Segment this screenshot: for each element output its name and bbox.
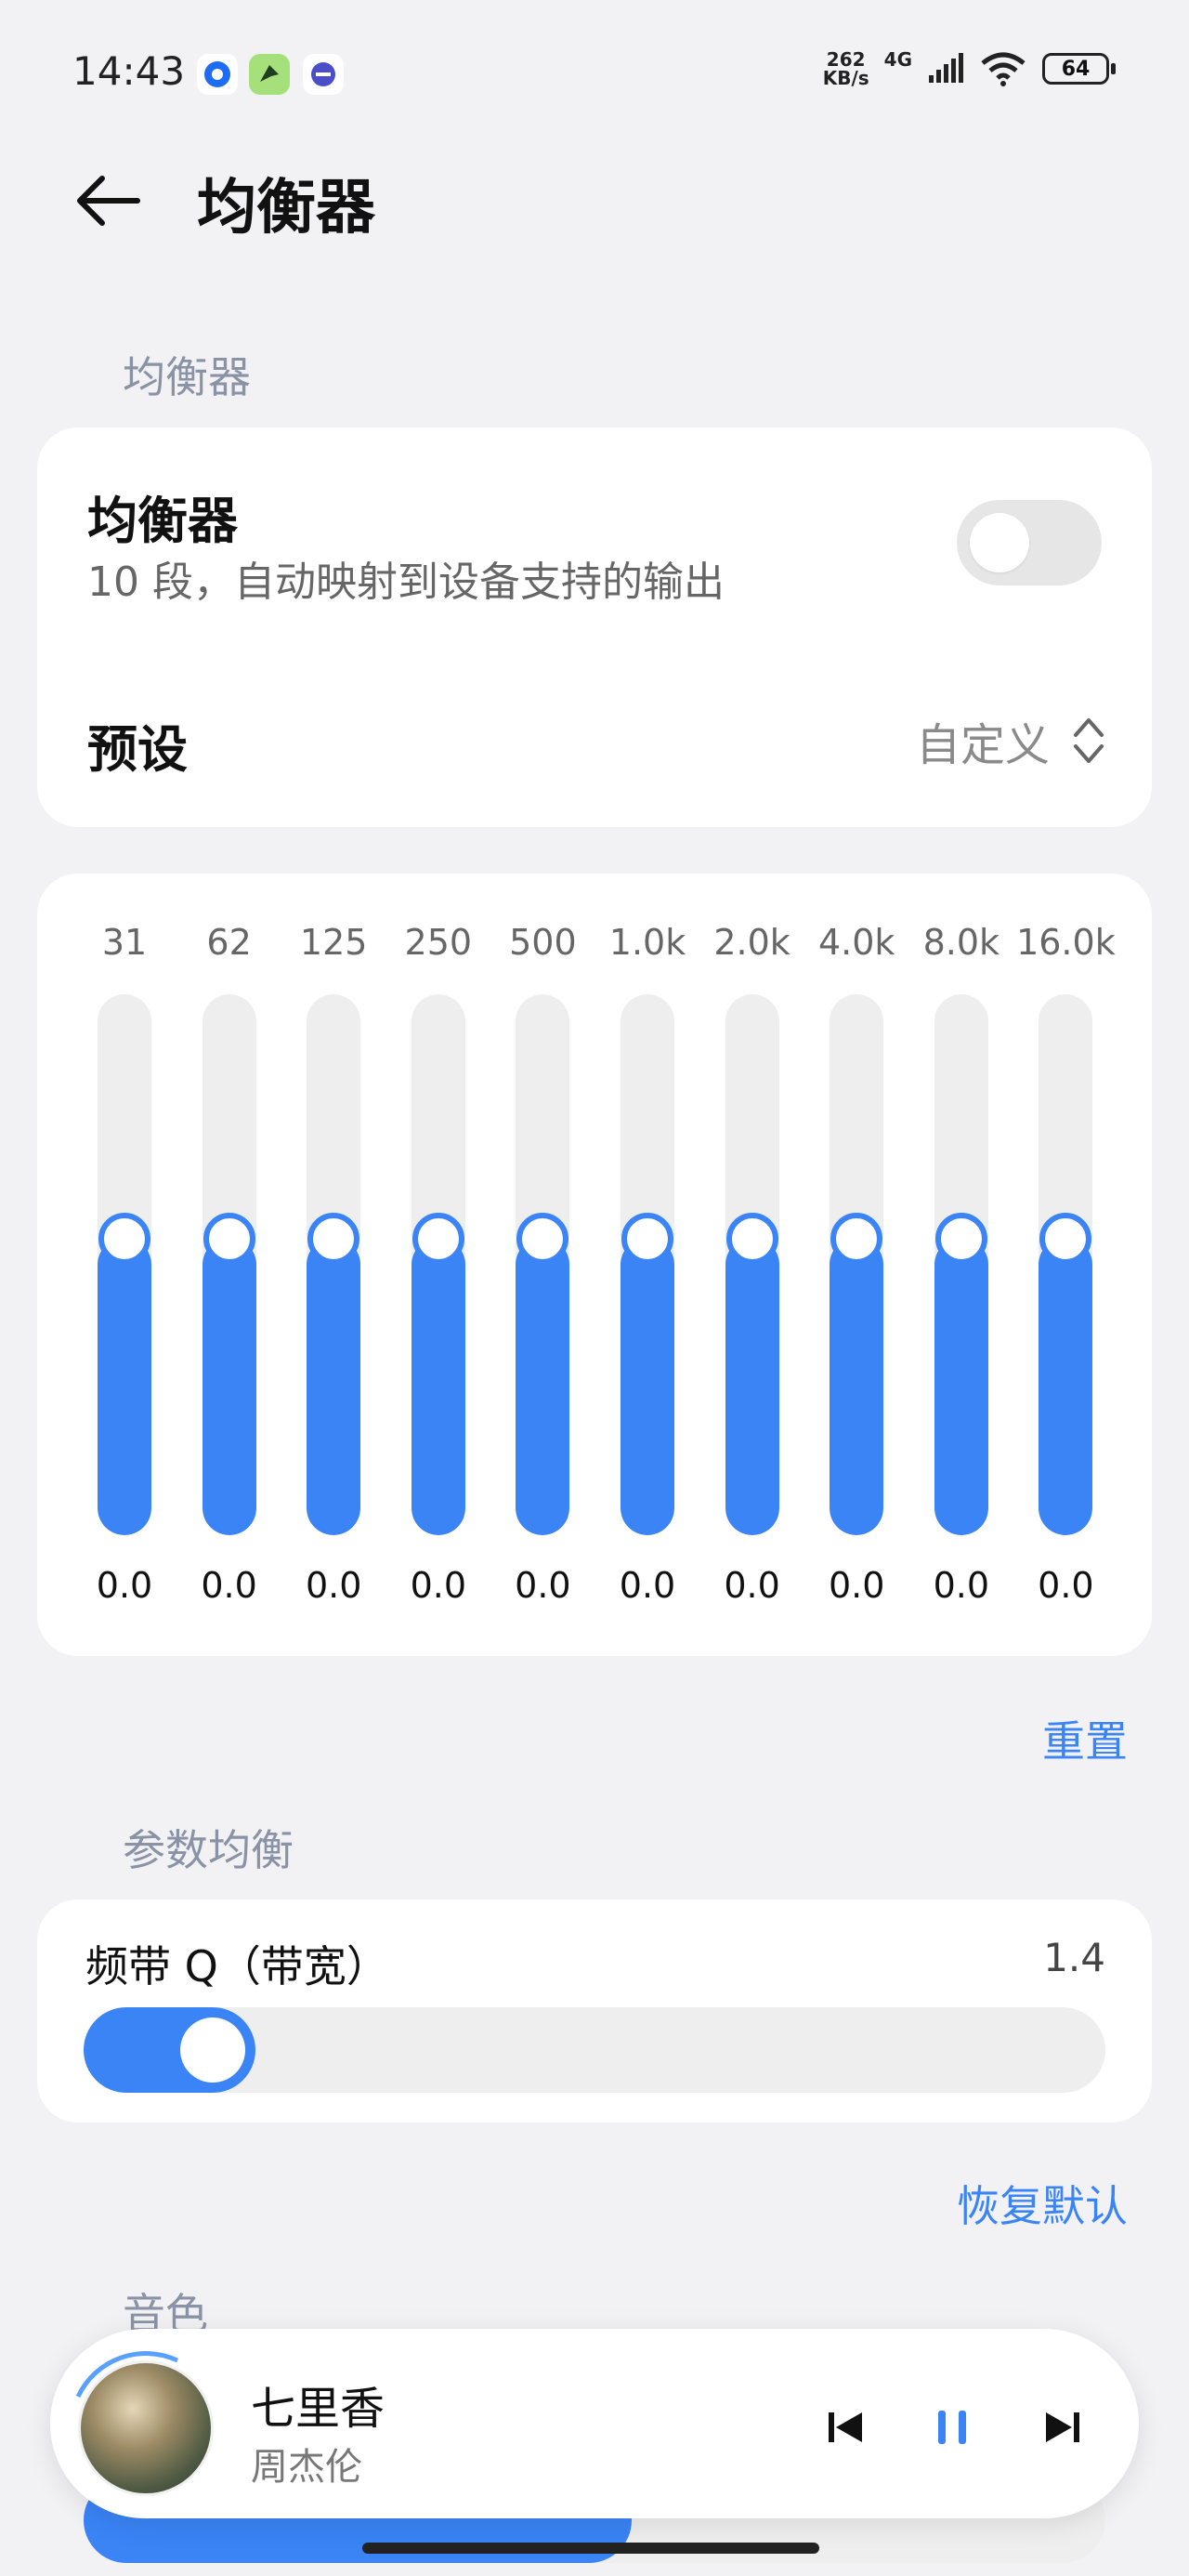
eq-band-fill [307, 1238, 361, 1535]
eq-band-gain: 0.0 [724, 1565, 780, 1606]
home-indicator[interactable] [362, 2543, 819, 2554]
eq-band-frequency: 62 [206, 922, 252, 963]
eq-band-slider[interactable] [98, 994, 151, 1535]
back-arrow-icon[interactable] [72, 165, 143, 236]
app-notification-icon-1 [197, 54, 238, 95]
app-notification-icon-2 [249, 54, 290, 95]
album-art[interactable] [78, 2360, 214, 2496]
eq-band-frequency: 125 [299, 922, 368, 963]
eq-band-gain: 0.0 [515, 1565, 571, 1606]
network-speed: 262 KB/s [822, 48, 869, 89]
eq-band-frequency: 8.0k [922, 922, 1000, 963]
eq-band-gain: 0.0 [828, 1565, 885, 1606]
eq-band-slider[interactable] [516, 994, 570, 1535]
eq-band-thumb[interactable] [203, 1213, 255, 1265]
eq-band-fill [1039, 1238, 1093, 1535]
eq-band-slider[interactable] [307, 994, 361, 1535]
eq-band-fill [202, 1238, 256, 1535]
equalizer-toggle-subtitle: 10 段，自动映射到设备支持的输出 [87, 559, 725, 606]
eq-band-thumb[interactable] [98, 1213, 150, 1265]
eq-band-slider[interactable] [830, 994, 884, 1535]
eq-band-slider[interactable] [934, 994, 988, 1535]
eq-band-gain: 0.0 [96, 1565, 153, 1606]
battery-indicator: 64 [1042, 53, 1116, 85]
eq-band-thumb[interactable] [412, 1213, 464, 1265]
eq-band-fill [725, 1238, 779, 1535]
eq-band-thumb[interactable] [621, 1213, 673, 1265]
band-q-label: 频带 Q（带宽） [85, 1941, 389, 1991]
eq-band-thumb[interactable] [307, 1213, 360, 1265]
next-track-icon[interactable] [1035, 2399, 1091, 2455]
eq-band-gain: 0.0 [1038, 1565, 1094, 1606]
eq-band-frequency: 16.0k [1016, 922, 1116, 963]
chevron-up-down-icon [1074, 718, 1104, 763]
eq-band-slider[interactable] [725, 994, 779, 1535]
toggle-knob [970, 513, 1029, 572]
network-type: 4G [883, 48, 912, 71]
eq-band-fill [830, 1238, 884, 1535]
status-indicators: 262 KB/s 4G 64 [822, 48, 1116, 89]
eq-band-frequency: 31 [101, 922, 148, 963]
equalizer-toggle-title: 均衡器 [87, 492, 238, 550]
eq-band-frequency: 250 [404, 922, 473, 963]
eq-band-frequency: 500 [509, 922, 577, 963]
equalizer-toggle[interactable] [957, 500, 1102, 585]
preset-value: 自定义 [915, 719, 1050, 771]
previous-track-icon[interactable] [817, 2399, 873, 2455]
eq-band-slider[interactable] [621, 994, 674, 1535]
eq-band-slider[interactable] [411, 994, 465, 1535]
eq-band-thumb[interactable] [1039, 1213, 1092, 1265]
status-time: 14:43 [72, 48, 186, 94]
eq-band-gain: 0.0 [933, 1565, 990, 1606]
band-q-slider-thumb[interactable] [180, 2017, 245, 2083]
song-artist: 周杰伦 [251, 2446, 362, 2489]
eq-band-fill [411, 1238, 465, 1535]
eq-band-thumb[interactable] [830, 1213, 883, 1265]
section-label-parametric: 参数均衡 [123, 1825, 294, 1875]
eq-band-gain: 0.0 [619, 1565, 676, 1606]
eq-band-thumb[interactable] [725, 1213, 778, 1265]
app-notification-icon-3 [303, 54, 344, 95]
equalizer-settings-card: 均衡器 10 段，自动映射到设备支持的输出 预设 自定义 [37, 427, 1152, 827]
eq-band-fill [621, 1238, 674, 1535]
eq-band-fill [98, 1238, 151, 1535]
eq-band-frequency: 1.0k [608, 922, 686, 963]
restore-default-button[interactable]: 恢复默认 [957, 2173, 1128, 2234]
wifi-icon [981, 52, 1026, 86]
eq-band-thumb[interactable] [516, 1213, 569, 1265]
eq-band-fill [516, 1238, 570, 1535]
eq-band-frequency: 2.0k [713, 922, 790, 963]
eq-band-fill [934, 1238, 988, 1535]
preset-label: 预设 [87, 720, 188, 779]
pause-icon[interactable] [925, 2399, 981, 2455]
eq-band-frequency: 4.0k [817, 922, 895, 963]
eq-band-slider[interactable] [202, 994, 256, 1535]
band-q-value: 1.4 [1043, 1935, 1105, 1980]
signal-icon [929, 53, 963, 83]
reset-button[interactable]: 重置 [1042, 1708, 1128, 1769]
song-title: 七里香 [251, 2383, 385, 2435]
section-label-equalizer: 均衡器 [123, 352, 251, 402]
page-title: 均衡器 [197, 174, 375, 243]
eq-band-gain: 0.0 [201, 1565, 257, 1606]
eq-band-gain: 0.0 [305, 1565, 362, 1606]
eq-band-thumb[interactable] [934, 1213, 987, 1265]
preset-selector[interactable]: 自定义 [916, 708, 1105, 773]
eq-band-gain: 0.0 [410, 1565, 467, 1606]
eq-band-slider[interactable] [1039, 994, 1093, 1535]
